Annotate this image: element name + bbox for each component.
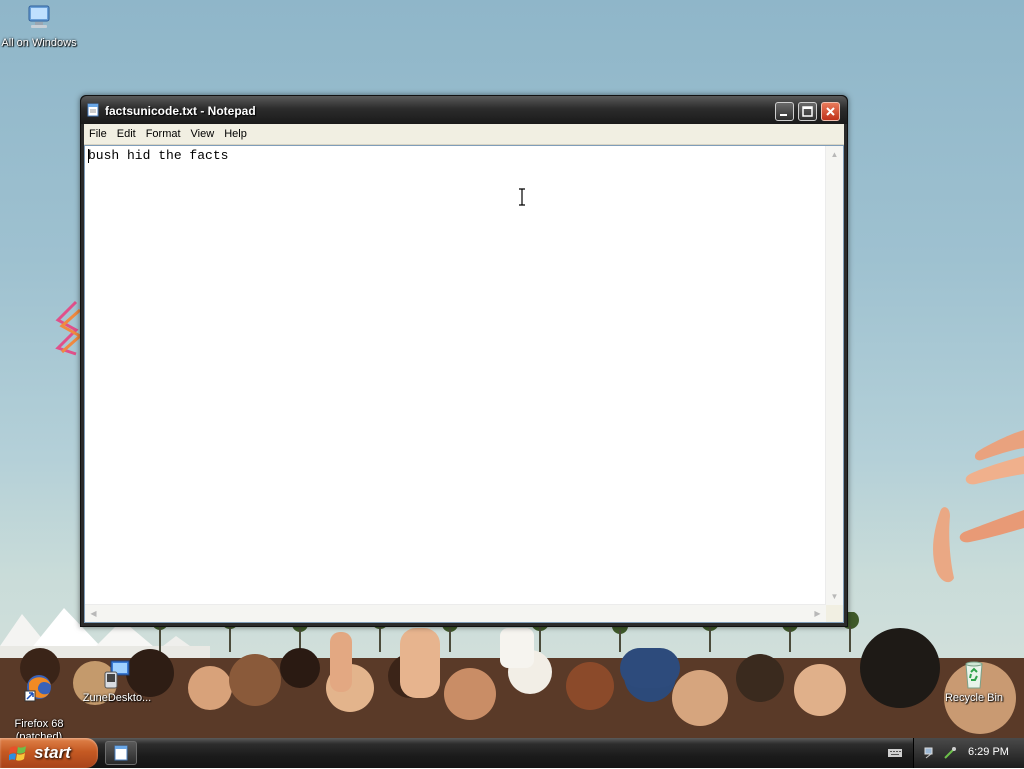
network-icon[interactable] (924, 746, 940, 760)
scroll-right-icon[interactable]: ▶ (809, 605, 826, 622)
notepad-icon (87, 103, 99, 117)
desktop-icon-label: All on Windows (1, 37, 77, 49)
start-label: start (34, 743, 71, 762)
desktop-icon-firefox[interactable]: Firefox 68 (patched) (0, 658, 78, 738)
maximize-icon (802, 106, 813, 117)
desktop-icon-label: ZuneDeskto... (82, 692, 152, 704)
windows-flag-icon (9, 746, 26, 761)
scroll-left-icon[interactable]: ◀ (85, 605, 102, 622)
desktop-icon-all-on-windows[interactable]: All on Windows (0, 3, 78, 50)
system-tray: 6:29 PM (888, 738, 1024, 768)
wallpaper-hand (933, 430, 1024, 583)
recycle-bin-icon (965, 661, 983, 689)
desktop-icon-recycle-bin[interactable]: Recycle Bin (935, 658, 1013, 705)
scroll-down-icon[interactable]: ▼ (826, 588, 843, 605)
safely-remove-icon[interactable] (942, 746, 958, 760)
menu-view[interactable]: View (186, 125, 220, 145)
keyboard-icon[interactable] (888, 747, 902, 759)
maximize-button[interactable] (798, 102, 817, 121)
close-icon (826, 107, 835, 116)
text-caret (88, 149, 89, 163)
taskbar: start 6:29 PM (0, 738, 1024, 768)
window-title: factsunicode.txt - Notepad (105, 104, 256, 118)
menu-file[interactable]: File (84, 125, 112, 145)
vertical-scrollbar[interactable]: ▲ ▼ (825, 146, 843, 605)
horizontal-scrollbar[interactable]: ◀ ▶ (85, 604, 826, 622)
desktop-icon-zune[interactable]: ZuneDeskto... (78, 658, 156, 705)
firefox-shortcut-icon (24, 675, 51, 702)
desktop: All on Windows Firefox 68 (patched) Zune… (0, 0, 1024, 738)
text-editor-area[interactable]: bush hid the facts ▲ ▼ ◀ ▶ (84, 145, 844, 623)
menu-edit[interactable]: Edit (112, 125, 141, 145)
minimize-icon (780, 114, 787, 116)
minimize-button[interactable] (775, 102, 794, 121)
desktop-icon-label: Recycle Bin (944, 692, 1004, 704)
scroll-up-icon[interactable]: ▲ (826, 146, 843, 163)
menu-bar: File Edit Format View Help (84, 124, 844, 145)
ibeam-cursor-icon (519, 188, 525, 206)
menu-help[interactable]: Help (219, 125, 252, 145)
zune-desktop-icon (104, 660, 130, 689)
window-titlebar[interactable]: factsunicode.txt - Notepad (81, 96, 847, 124)
document-text[interactable]: bush hid the facts (88, 148, 228, 163)
computer-network-icon (28, 5, 50, 28)
notepad-window[interactable]: factsunicode.txt - Notepad File Edit Forma… (80, 95, 848, 627)
resize-grip[interactable] (826, 605, 843, 622)
desktop-icon-label: Firefox 68 (patched) (14, 718, 64, 738)
start-button[interactable]: start (0, 738, 98, 768)
taskbar-notepad-button[interactable] (105, 741, 137, 765)
menu-format[interactable]: Format (141, 125, 186, 145)
clock[interactable]: 6:29 PM (968, 746, 1009, 758)
close-button[interactable] (821, 102, 840, 121)
notepad-icon (114, 745, 128, 761)
